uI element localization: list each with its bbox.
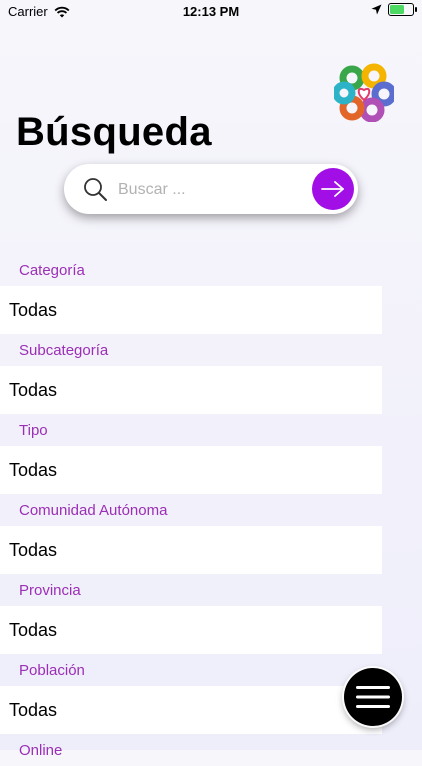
filter-label-subcategoria: Subcategoría (19, 342, 109, 359)
filter-label-comunidad: Comunidad Autónoma (19, 502, 168, 519)
search-input[interactable] (116, 176, 310, 204)
filter-select-provincia[interactable]: Todas (0, 606, 382, 654)
arrow-right-icon (321, 181, 344, 197)
search-submit-button[interactable] (312, 168, 354, 210)
magnifier-icon (84, 178, 107, 201)
filter-label-online: Online (19, 742, 63, 759)
menu-button[interactable] (344, 668, 402, 726)
hamburger-menu-icon (356, 686, 390, 708)
filter-label-provincia: Provincia (19, 582, 81, 599)
filter-label-poblacion: Población (19, 662, 85, 679)
location-arrow-icon (371, 4, 382, 15)
status-time: 12:13 PM (182, 4, 240, 19)
filter-select-tipo[interactable]: Todas (0, 446, 382, 494)
filter-label-tipo: Tipo (19, 422, 48, 439)
search-bar (64, 164, 358, 214)
flower-heart-logo (334, 63, 394, 122)
status-bar: Carrier 12:13 PM (0, 0, 422, 22)
status-right (371, 3, 417, 16)
page-title: Búsqueda (16, 110, 212, 154)
filter-select-poblacion[interactable]: Todas (0, 686, 382, 734)
filter-label-categoria: Categoría (19, 262, 85, 279)
filter-select-comunidad[interactable]: Todas (0, 526, 382, 574)
filter-list: Categoría Todas Subcategoría Todas Tipo … (0, 256, 382, 766)
battery-icon (388, 3, 417, 16)
filter-select-categoria[interactable]: Todas (0, 286, 382, 334)
battery-fill (390, 5, 404, 14)
filter-select-subcategoria[interactable]: Todas (0, 366, 382, 414)
